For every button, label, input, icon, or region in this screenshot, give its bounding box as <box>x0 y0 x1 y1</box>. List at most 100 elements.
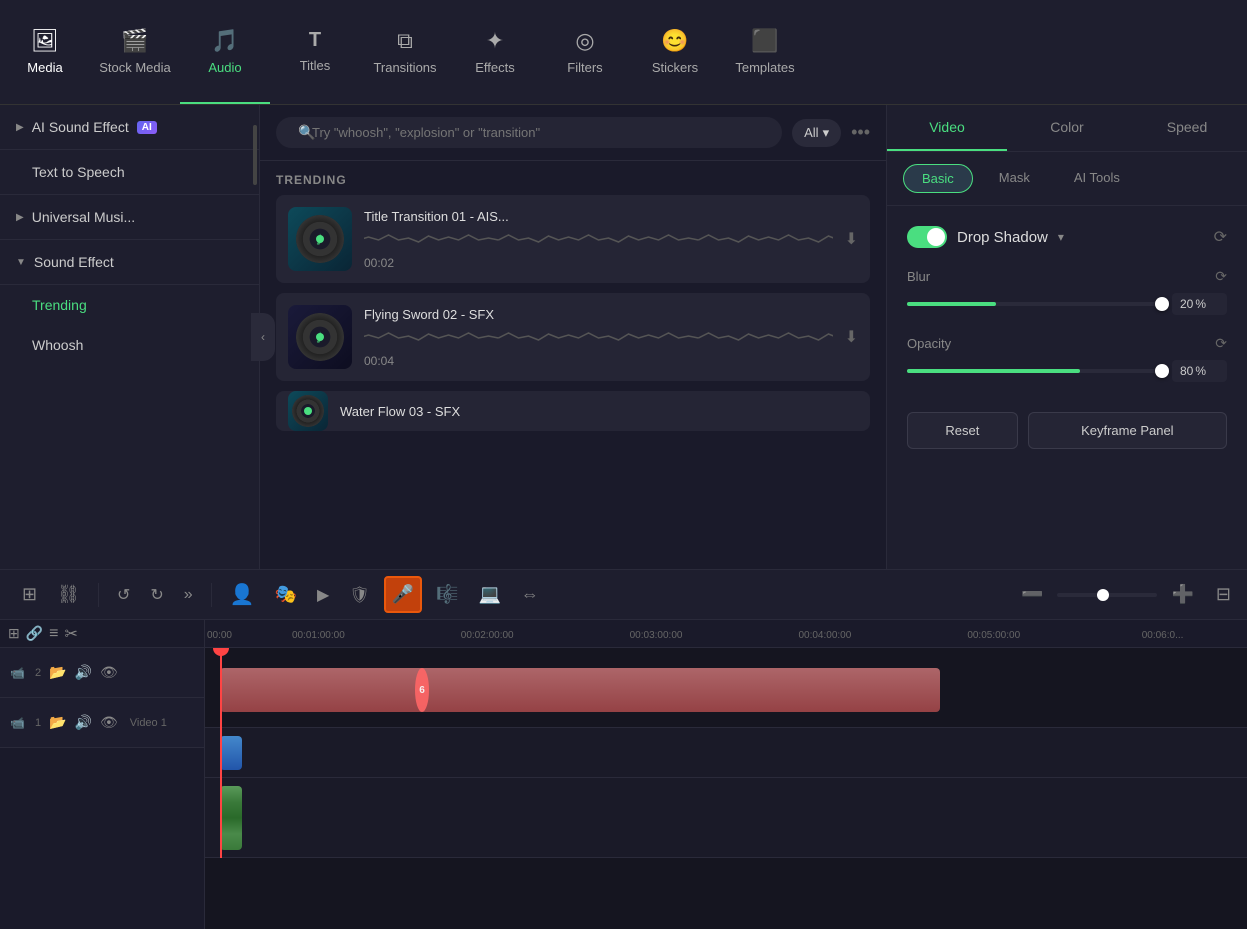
audio-track-button[interactable]: 🎼 <box>430 578 464 611</box>
more-actions-button[interactable]: » <box>178 580 199 610</box>
right-subtabs: Basic Mask AI Tools <box>887 152 1247 206</box>
timeline: ⊞ ⛓ ↺ ↻ » 👤 🎭 ▶ 🛡 🎤 🎼 💻 ⇔ ➖ ➕ ⊟ ⊞ <box>0 569 1247 929</box>
play-button[interactable]: ▶ <box>311 579 335 611</box>
nav-stock-media[interactable]: 🎬 Stock Media <box>90 0 180 104</box>
sidebar-sub-item-trending[interactable]: Trending <box>0 285 259 325</box>
audio-item-2[interactable]: ♪ Flying Sword 02 - SFX 00:04 ⬇ <box>276 293 870 381</box>
video1-clip[interactable] <box>220 786 242 850</box>
audio-title-2: Flying Sword 02 - SFX <box>364 307 833 322</box>
track-2-eye-btn[interactable]: 👁 <box>100 664 118 681</box>
download-button-1[interactable]: ⬇ <box>845 229 858 249</box>
playhead-indicator: 6 <box>415 668 429 712</box>
subtab-ai-tools[interactable]: AI Tools <box>1056 164 1138 193</box>
nav-media[interactable]: 🖼 Media <box>0 0 90 104</box>
tab-video[interactable]: Video <box>887 105 1007 151</box>
zoom-slider[interactable] <box>1057 593 1157 597</box>
more-options-button[interactable]: ••• <box>851 122 870 143</box>
right-content: Drop Shadow ▾ ⟳ Blur ⟳ <box>887 206 1247 569</box>
sidebar-item-text-to-speech[interactable]: Text to Speech <box>0 150 259 195</box>
ai-sound-effect-label: AI Sound Effect <box>32 119 129 135</box>
audio-thumb-2: ♪ <box>288 305 352 369</box>
drop-shadow-toggle[interactable] <box>907 226 947 248</box>
layer2-clip[interactable] <box>220 736 242 770</box>
opacity-reset-icon[interactable]: ⟳ <box>1215 335 1227 352</box>
timeline-settings-button[interactable]: ⊟ <box>1216 584 1231 605</box>
opacity-row: Opacity ⟳ 80 % <box>907 335 1227 382</box>
effects-icon: ✦ <box>486 28 504 54</box>
nav-templates[interactable]: ⬛ Templates <box>720 0 810 104</box>
blur-slider-fill <box>907 302 996 306</box>
blur-reset-icon[interactable]: ⟳ <box>1215 268 1227 285</box>
link-tracks-btn[interactable]: 🔗 <box>26 625 43 642</box>
sidebar-sub-item-whoosh[interactable]: Whoosh <box>0 325 259 365</box>
collapse-arrow2-icon: ▶ <box>16 212 24 223</box>
swap-button[interactable]: ⇔ <box>515 578 545 611</box>
subtab-basic[interactable]: Basic <box>903 164 973 193</box>
nav-filters[interactable]: ◎ Filters <box>540 0 630 104</box>
microphone-button[interactable]: 🎤 <box>384 576 422 613</box>
drop-shadow-expand-icon[interactable]: ▾ <box>1058 230 1064 244</box>
ruler-mark-3: 00:03:00:00 <box>572 625 741 643</box>
nav-effects[interactable]: ✦ Effects <box>450 0 540 104</box>
redo-button[interactable]: ↻ <box>144 579 169 611</box>
audio-icon: 🎵 <box>211 28 238 54</box>
sidebar-item-ai-sound-effect[interactable]: ▶ AI Sound Effect AI <box>0 105 259 150</box>
nav-transitions[interactable]: ⧉ Transitions <box>360 0 450 104</box>
subtab-mask[interactable]: Mask <box>981 164 1048 193</box>
track-2-audio-btn[interactable]: 🔊 <box>75 664 92 681</box>
main-clip[interactable] <box>220 668 940 712</box>
track-1-audio-btn[interactable]: 🔊 <box>75 714 92 731</box>
universal-music-label: Universal Musi... <box>32 209 135 225</box>
tab-color[interactable]: Color <box>1007 105 1127 151</box>
drop-shadow-reset-icon[interactable]: ⟳ <box>1214 227 1227 247</box>
nav-stickers[interactable]: 😊 Stickers <box>630 0 720 104</box>
add-video-track-btn[interactable]: ⊞ <box>8 625 20 642</box>
audio-item-1[interactable]: ♪ Title Transition 01 - AIS... 00:02 ⬇ <box>276 195 870 283</box>
collapse-panel-button[interactable]: ‹ <box>251 313 275 361</box>
blur-label: Blur <box>907 269 930 284</box>
ai-trim-btn[interactable]: ✂ <box>65 624 78 644</box>
keyframe-panel-button[interactable]: Keyframe Panel <box>1028 412 1227 449</box>
avatar-button[interactable]: 👤 <box>224 576 261 613</box>
timeline-tracks-header: ⊞ 🔗 ≡ ✂ 📹 2 📂 🔊 👁 📹 1 📂 🔊 👁 Video 1 <box>0 620 205 929</box>
captions-btn[interactable]: ≡ <box>49 625 58 643</box>
chevron-left-icon: ‹ <box>261 330 265 344</box>
right-panel: Video Color Speed Basic Mask AI Tools <box>887 105 1247 569</box>
screen-record-button[interactable]: 💻 <box>472 578 506 611</box>
blur-slider[interactable] <box>907 302 1162 306</box>
sidebar-item-sound-effect[interactable]: ▼ Sound Effect <box>0 240 259 285</box>
vinyl-disc-3 <box>292 395 324 427</box>
nav-titles[interactable]: T Titles <box>270 0 360 104</box>
undo-button[interactable]: ↺ <box>111 579 136 611</box>
nav-audio[interactable]: 🎵 Audio <box>180 0 270 104</box>
opacity-slider-thumb[interactable] <box>1155 364 1169 378</box>
tab-speed[interactable]: Speed <box>1127 105 1247 151</box>
sidebar-item-universal-music[interactable]: ▶ Universal Musi... <box>0 195 259 240</box>
audio-title-3: Water Flow 03 - SFX <box>340 404 858 419</box>
collapse-arrow-icon: ▶ <box>16 122 24 133</box>
download-button-2[interactable]: ⬇ <box>845 327 858 347</box>
audio-info-1: Title Transition 01 - AIS... 00:02 <box>364 209 833 270</box>
zoom-in-button[interactable]: ➕ <box>1165 578 1199 611</box>
track-row-layer2 <box>205 728 1247 778</box>
audio-item-3[interactable]: Water Flow 03 - SFX <box>276 391 870 431</box>
connect-clip-button[interactable]: ⛓ <box>51 578 86 611</box>
search-input[interactable] <box>276 117 782 148</box>
mask-button[interactable]: 🛡 <box>343 579 375 611</box>
track-2-folder-btn[interactable]: 📂 <box>49 664 66 681</box>
reset-button[interactable]: Reset <box>907 412 1018 449</box>
timeline-content: 00:00 00:01:00:00 00:02:00:00 00:03:00:0… <box>205 620 1247 929</box>
toolbar-separator-1 <box>98 583 99 607</box>
center-panel: 🔍 All ▾ ••• TRENDING ♪ <box>260 105 887 569</box>
add-media-button[interactable]: ⊞ <box>16 578 43 611</box>
filter-all-button[interactable]: All ▾ <box>792 119 841 147</box>
toggle-thumb <box>927 228 945 246</box>
playhead[interactable] <box>220 648 222 858</box>
zoom-out-button[interactable]: ➖ <box>1015 578 1049 611</box>
opacity-slider[interactable] <box>907 369 1162 373</box>
track-1-folder-btn[interactable]: 📂 <box>49 714 66 731</box>
blur-slider-thumb[interactable] <box>1155 297 1169 311</box>
audio-duration-1: 00:02 <box>364 256 833 270</box>
track-1-eye-btn[interactable]: 👁 <box>100 714 118 731</box>
camera-effects-button[interactable]: 🎭 <box>269 578 303 611</box>
